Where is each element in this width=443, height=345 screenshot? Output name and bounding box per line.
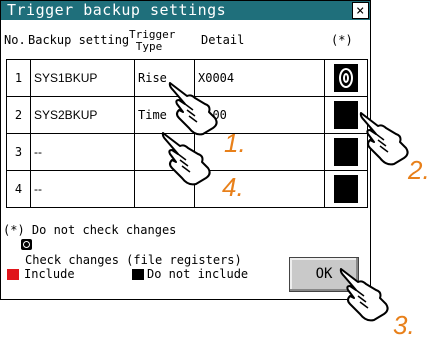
close-icon: × xyxy=(356,2,365,19)
row-setting[interactable]: -- xyxy=(30,170,135,208)
dialog-title: Trigger backup settings xyxy=(7,1,227,19)
row-check-cell[interactable] xyxy=(324,170,368,208)
close-button[interactable]: × xyxy=(352,2,369,19)
header-check: (*) xyxy=(331,33,353,47)
not-include-toggle[interactable] xyxy=(334,101,358,129)
exclude-swatch xyxy=(132,269,144,280)
step-label-3: 3. xyxy=(393,310,415,340)
header-backup-setting: Backup setting xyxy=(28,33,130,47)
not-include-toggle[interactable] xyxy=(334,175,358,203)
row-no: 4 xyxy=(6,170,31,208)
row-check-cell[interactable] xyxy=(324,59,368,97)
row-no: 1 xyxy=(6,59,31,97)
pointing-hand-icon xyxy=(339,268,389,322)
header-trigger-type-line2: Type xyxy=(135,40,163,53)
do-not-check-legend-icon xyxy=(21,239,32,250)
row-setting[interactable]: SYS2BKUP xyxy=(30,96,135,134)
do-not-check-icon[interactable] xyxy=(334,64,358,92)
header-no: No. xyxy=(4,33,26,47)
note-check-changes: Check changes (file registers) xyxy=(25,253,242,267)
row-no: 3 xyxy=(6,133,31,171)
pointing-hand-icon xyxy=(161,132,211,186)
step-label-1: 1. xyxy=(224,128,246,158)
row-no: 2 xyxy=(6,96,31,134)
pointing-hand-icon xyxy=(359,112,409,166)
row-setting[interactable]: SYS1BKUP xyxy=(30,59,135,97)
not-include-toggle[interactable] xyxy=(334,138,358,166)
exclude-label: Do not include xyxy=(147,267,249,281)
note-do-not-check: (*) Do not check changes xyxy=(3,223,177,237)
include-swatch xyxy=(7,269,19,280)
row-setting[interactable]: -- xyxy=(30,133,135,171)
step-label-2: 2. xyxy=(408,155,430,185)
include-label: Include xyxy=(24,267,75,281)
dialog-title-bar: Trigger backup settings × xyxy=(1,1,370,20)
header-detail: Detail xyxy=(201,33,245,47)
step-label-4: 4. xyxy=(222,172,244,202)
